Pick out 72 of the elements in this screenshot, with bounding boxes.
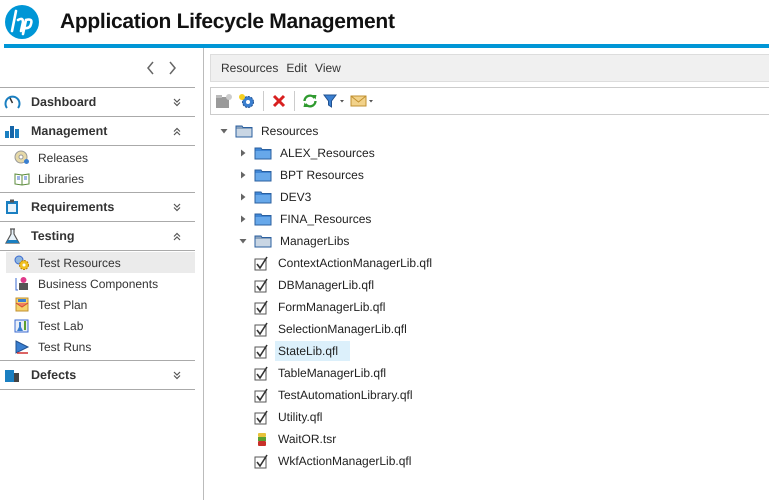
folder-icon: [235, 124, 253, 138]
sidebar-item[interactable]: Test Lab: [6, 315, 195, 336]
tree-item[interactable]: TestAutomationLibrary.qfl: [275, 385, 416, 405]
flask-icon: [4, 228, 21, 244]
sidebar-item[interactable]: Test Runs: [6, 336, 195, 357]
document-check-icon: [254, 300, 270, 314]
tree-item[interactable]: WkfActionManagerLib.qfl: [275, 451, 414, 471]
tree-item[interactable]: ManagerLibs: [277, 231, 352, 251]
gears-icon: [14, 255, 30, 270]
filter-icon[interactable]: [323, 93, 345, 109]
menu-item[interactable]: View: [311, 59, 345, 77]
module-title[interactable]: Testing: [31, 229, 173, 243]
module-title[interactable]: Requirements: [31, 200, 173, 214]
gear-icon[interactable]: [238, 93, 256, 109]
tree-item[interactable]: BPT Resources: [277, 165, 367, 185]
logo-icon: [4, 4, 40, 40]
tree-item[interactable]: ContextActionManagerLib.qfl: [275, 253, 436, 273]
sidebar-item[interactable]: Libraries: [6, 168, 195, 189]
tree-item[interactable]: SelectionManagerLib.qfl: [275, 319, 410, 339]
tree-item[interactable]: TableManagerLib.qfl: [275, 363, 390, 383]
menu-item[interactable]: Resources: [217, 59, 282, 77]
document-check-icon: [254, 344, 270, 358]
tree-item[interactable]: DEV3: [277, 187, 314, 207]
expand-arrow-icon[interactable]: [239, 171, 247, 179]
module-title[interactable]: Defects: [31, 368, 173, 382]
menu-item[interactable]: Edit: [282, 59, 312, 77]
tree-item[interactable]: WaitOR.tsr: [275, 429, 340, 449]
folder-icon: [254, 212, 272, 226]
sidebar-item[interactable]: Test Resources: [6, 252, 195, 273]
document-check-icon: [254, 256, 270, 270]
sidebar-item[interactable]: Releases: [6, 147, 195, 168]
document-check-icon: [254, 454, 270, 468]
collapse-icon[interactable]: [173, 232, 181, 240]
folder-icon: [254, 146, 272, 160]
module-title[interactable]: Dashboard: [31, 95, 173, 109]
tree-item[interactable]: FINA_Resources: [277, 209, 374, 229]
document-check-icon: [254, 322, 270, 336]
tree-item[interactable]: ALEX_Resources: [277, 143, 378, 163]
sidebar-item[interactable]: Business Components: [6, 273, 195, 294]
expand-arrow-icon[interactable]: [239, 215, 247, 223]
expand-arrow-icon[interactable]: [239, 149, 247, 157]
document-check-icon: [254, 278, 270, 292]
bar-chart-icon: [4, 123, 21, 139]
clipboard-icon: [4, 199, 21, 215]
tree-item[interactable]: StateLib.qfl: [275, 341, 350, 361]
module-title[interactable]: Management: [31, 124, 173, 138]
expand-arrow-icon[interactable]: [239, 193, 247, 201]
refresh-icon[interactable]: [302, 93, 318, 109]
document-check-icon: [254, 388, 270, 402]
sidebar-item[interactable]: Test Plan: [6, 294, 195, 315]
delete-icon[interactable]: [271, 93, 287, 109]
document-check-icon: [254, 410, 270, 424]
folder-icon[interactable]: [215, 93, 233, 109]
folder-icon: [254, 234, 272, 248]
tree-item[interactable]: DBManagerLib.qfl: [275, 275, 378, 295]
collapse-arrow-icon[interactable]: [239, 237, 247, 245]
document-check-icon: [254, 366, 270, 380]
folder-icon: [254, 168, 272, 182]
tree-item[interactable]: Resources: [258, 121, 322, 141]
book-icon: [14, 171, 30, 186]
folder-icon: [254, 190, 272, 204]
expand-icon[interactable]: [173, 98, 181, 106]
tree-item[interactable]: FormManagerLib.qfl: [275, 297, 388, 317]
disc-icon: [14, 150, 30, 165]
collapse-arrow-icon[interactable]: [220, 127, 228, 135]
tree-item[interactable]: Utility.qfl: [275, 407, 326, 427]
collapse-icon[interactable]: [173, 126, 181, 136]
expand-icon[interactable]: [173, 370, 181, 380]
app-title: Application Lifecycle Management: [60, 10, 395, 34]
expand-icon[interactable]: [173, 202, 181, 212]
envelope-icon[interactable]: [350, 93, 374, 109]
gauge-icon: [4, 94, 21, 110]
